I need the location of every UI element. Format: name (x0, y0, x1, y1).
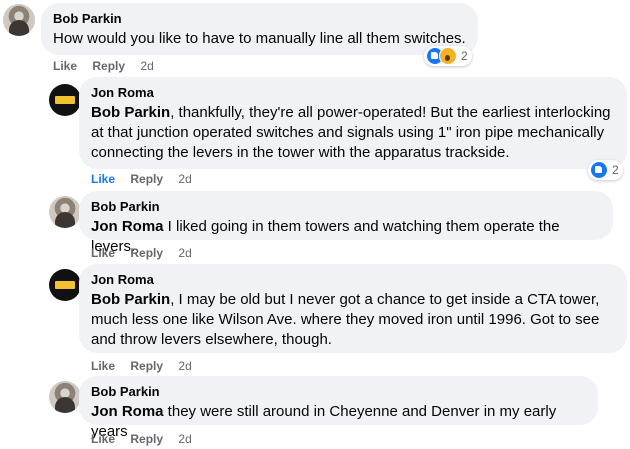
comment-timestamp[interactable]: 2d (178, 432, 191, 446)
comment-text: How would you like to have to manually l… (53, 30, 466, 47)
avatar-jon-roma[interactable] (49, 84, 81, 116)
comment-author[interactable]: Bob Parkin (53, 11, 466, 27)
mention-link[interactable]: Bob Parkin (91, 291, 170, 308)
comment-timestamp[interactable]: 2d (178, 172, 191, 186)
like-button[interactable]: Like (91, 246, 115, 260)
reply-button[interactable]: Reply (130, 432, 163, 446)
like-button[interactable]: Like (53, 59, 77, 73)
comment-bubble: Bob Parkin Jon Roma they were still arou… (79, 376, 598, 440)
avatar-bob-parkin[interactable] (49, 381, 81, 413)
avatar-bob-parkin[interactable] (3, 4, 35, 36)
reactions-summary[interactable]: 2 (588, 160, 623, 180)
comment-actions: Like Reply 2d (91, 245, 204, 261)
mention-link[interactable]: Bob Parkin (91, 104, 170, 121)
comment-author[interactable]: Bob Parkin (91, 384, 586, 400)
reply-button[interactable]: Reply (92, 59, 125, 73)
comment-timestamp[interactable]: 2d (178, 246, 191, 260)
mention-link[interactable]: Jon Roma (91, 218, 164, 235)
wow-reaction-icon (439, 47, 457, 65)
reply-button[interactable]: Reply (130, 359, 163, 373)
comment-bubble: Bob Parkin Jon Roma I liked going in the… (79, 191, 613, 255)
comment-author[interactable]: Bob Parkin (91, 199, 601, 215)
comment-bubble: Jon Roma Bob Parkin, thankfully, they're… (79, 77, 627, 169)
comment-author[interactable]: Jon Roma (91, 272, 615, 288)
avatar-bob-parkin[interactable] (49, 196, 81, 228)
comment-timestamp[interactable]: 2d (140, 59, 153, 73)
comment-actions: Like Reply 2d (91, 358, 204, 374)
mention-link[interactable]: Jon Roma (91, 403, 164, 420)
reply-button[interactable]: Reply (130, 172, 163, 186)
avatar-jon-roma[interactable] (49, 269, 81, 301)
reactions-summary[interactable]: 2 (424, 46, 472, 66)
like-button[interactable]: Like (91, 432, 115, 446)
like-button[interactable]: Like (91, 172, 115, 186)
reply-button[interactable]: Reply (130, 246, 163, 260)
comment-actions: Like Reply 2d (91, 431, 204, 447)
comment-bubble: Bob Parkin How would you like to have to… (41, 3, 478, 55)
comment-actions: Like Reply 2d (53, 58, 166, 74)
comment-bubble: Jon Roma Bob Parkin, I may be old but I … (79, 264, 627, 353)
comment-author[interactable]: Jon Roma (91, 85, 615, 101)
reaction-count: 2 (461, 49, 468, 63)
like-reaction-icon (590, 161, 608, 179)
like-button[interactable]: Like (91, 359, 115, 373)
comment-text: Bob Parkin, thankfully, they're all powe… (91, 104, 611, 161)
comment-actions: Like Reply 2d (91, 171, 204, 187)
reaction-count: 2 (612, 163, 619, 177)
comment-text: Bob Parkin, I may be old but I never got… (91, 291, 600, 348)
comment-timestamp[interactable]: 2d (178, 359, 191, 373)
